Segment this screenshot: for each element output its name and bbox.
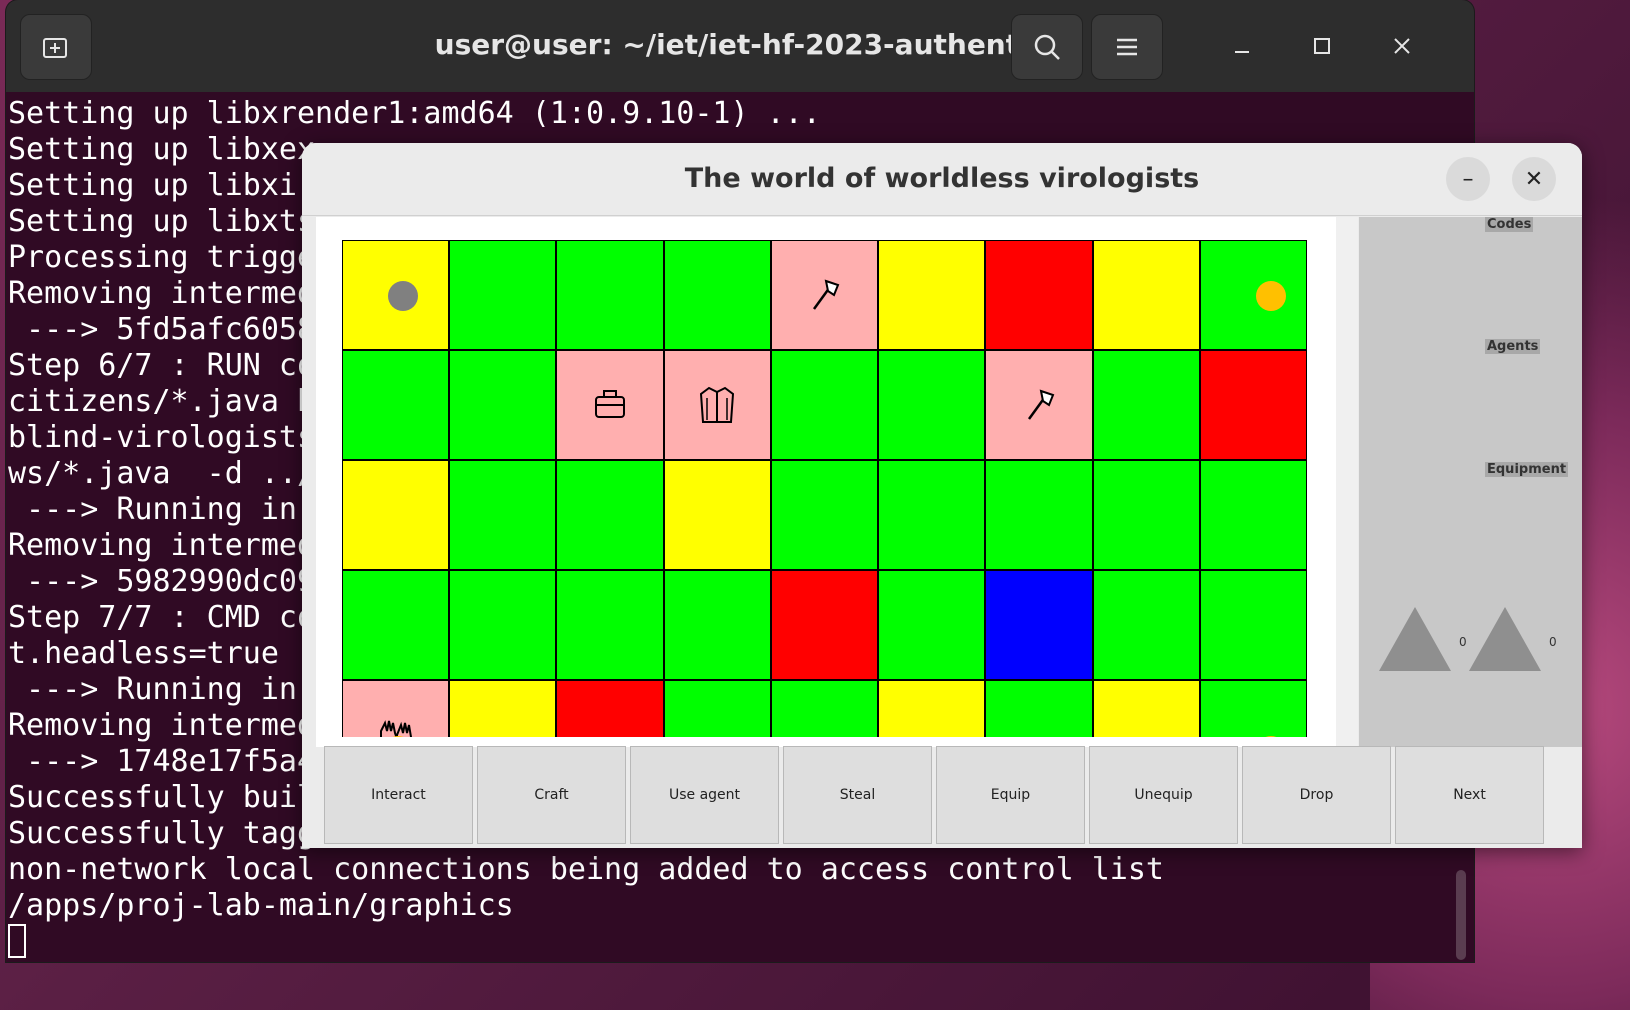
board-cell[interactable] xyxy=(1199,570,1307,680)
triangle-icon xyxy=(1379,607,1451,671)
board-cell[interactable] xyxy=(878,240,986,350)
agents-label: Agents xyxy=(1485,339,1541,354)
close-icon xyxy=(1394,38,1410,54)
board-cell[interactable] xyxy=(556,240,664,350)
resource-count-2: 0 xyxy=(1549,635,1557,649)
board-cell[interactable] xyxy=(556,350,664,460)
terminal-prompt-line[interactable] xyxy=(8,924,1448,960)
game-minimize-button[interactable]: – xyxy=(1446,157,1490,201)
terminal-line: non-network local connections being adde… xyxy=(8,852,1164,887)
resource-indicator-2: 0 xyxy=(1469,607,1557,677)
craft-button[interactable]: Craft xyxy=(477,746,626,844)
board-cell[interactable] xyxy=(878,350,986,460)
game-title: The world of worldless virologists xyxy=(684,163,1200,194)
board-cell[interactable] xyxy=(1199,460,1307,570)
board-cell[interactable] xyxy=(449,460,557,570)
board-cell[interactable] xyxy=(663,680,771,737)
player-token xyxy=(1255,736,1286,737)
board-cell[interactable] xyxy=(342,350,450,460)
menu-icon xyxy=(1117,38,1137,56)
game-board[interactable] xyxy=(342,240,1307,737)
triangle-icon xyxy=(1469,607,1541,671)
board-cell[interactable] xyxy=(985,680,1093,737)
equip-button[interactable]: Equip xyxy=(936,746,1085,844)
board-cell[interactable] xyxy=(770,240,879,350)
board-cell[interactable] xyxy=(770,570,879,680)
board-cell[interactable] xyxy=(342,240,450,350)
terminal-header: user@user: ~/iet/iet-hf-2023-authentic xyxy=(6,0,1474,92)
terminal-line: /apps/proj-lab-main/graphics xyxy=(8,888,514,923)
board-cell[interactable] xyxy=(985,240,1093,350)
close-button[interactable] xyxy=(1380,24,1424,68)
board-cell[interactable] xyxy=(342,460,450,570)
board-cell[interactable] xyxy=(556,460,664,570)
board-cell[interactable] xyxy=(556,570,664,680)
board-cell[interactable] xyxy=(770,350,879,460)
unequip-button[interactable]: Unequip xyxy=(1089,746,1238,844)
board-cell[interactable] xyxy=(663,570,771,680)
board-cell[interactable] xyxy=(1092,680,1200,737)
resource-count-1: 0 xyxy=(1459,635,1467,649)
interact-button[interactable]: Interact xyxy=(324,746,473,844)
board-cell[interactable] xyxy=(342,570,450,680)
board-cell[interactable] xyxy=(985,350,1093,460)
board-cell[interactable] xyxy=(1199,680,1307,737)
resource-indicator-1: 0 xyxy=(1379,607,1467,677)
board-cell[interactable] xyxy=(342,680,450,737)
board-cell[interactable] xyxy=(985,570,1093,680)
board-cell[interactable] xyxy=(1092,460,1200,570)
next-button[interactable]: Next xyxy=(1395,746,1544,844)
board-cell[interactable] xyxy=(1199,350,1307,460)
player-token xyxy=(388,281,418,311)
player-token xyxy=(1255,281,1286,311)
use-agent-button[interactable]: Use agent xyxy=(630,746,779,844)
board-cell[interactable] xyxy=(449,350,557,460)
game-close-button[interactable]: ✕ xyxy=(1512,157,1556,201)
board-cell[interactable] xyxy=(985,460,1093,570)
minimize-icon xyxy=(1235,51,1249,53)
board-cell[interactable] xyxy=(878,460,986,570)
search-button[interactable] xyxy=(1011,14,1083,80)
board-cell[interactable] xyxy=(449,680,557,737)
game-window: The world of worldless virologists – ✕ C… xyxy=(302,143,1582,848)
minimize-button[interactable] xyxy=(1220,24,1264,68)
minimize-icon: – xyxy=(1462,166,1474,192)
board-cell[interactable] xyxy=(878,680,986,737)
board-cell[interactable] xyxy=(663,240,771,350)
codes-label: Codes xyxy=(1485,217,1534,232)
board-cell[interactable] xyxy=(449,240,557,350)
game-titlebar: The world of worldless virologists – ✕ xyxy=(302,143,1582,216)
steal-button[interactable]: Steal xyxy=(783,746,932,844)
board-cell[interactable] xyxy=(1092,350,1200,460)
board-cell[interactable] xyxy=(449,570,557,680)
action-bar: Interact Craft Use agent Steal Equip Unequip D… xyxy=(324,746,1544,846)
board-cell[interactable] xyxy=(770,460,879,570)
board-cell[interactable] xyxy=(1199,240,1307,350)
maximize-button[interactable] xyxy=(1300,24,1344,68)
search-icon xyxy=(1034,34,1060,60)
side-panel: Codes Agents Equipment 0 0 xyxy=(1359,217,1582,747)
drop-button[interactable]: Drop xyxy=(1242,746,1391,844)
menu-button[interactable] xyxy=(1091,14,1163,80)
close-icon: ✕ xyxy=(1524,166,1544,192)
equipment-label: Equipment xyxy=(1485,462,1569,477)
board-cell[interactable] xyxy=(878,570,986,680)
terminal-line: Setting up libxrender1:amd64 (1:0.9.10-1… xyxy=(8,96,821,131)
board-cell[interactable] xyxy=(663,350,771,460)
board-cell[interactable] xyxy=(1092,570,1200,680)
board-cell[interactable] xyxy=(770,680,879,737)
board-cell[interactable] xyxy=(1092,240,1200,350)
board-scrollbar[interactable] xyxy=(1336,217,1358,747)
terminal-scrollbar[interactable] xyxy=(1456,870,1466,960)
board-cell[interactable] xyxy=(556,680,664,737)
cursor-icon xyxy=(8,924,26,958)
maximize-icon xyxy=(1314,38,1330,54)
board-cell[interactable] xyxy=(663,460,771,570)
